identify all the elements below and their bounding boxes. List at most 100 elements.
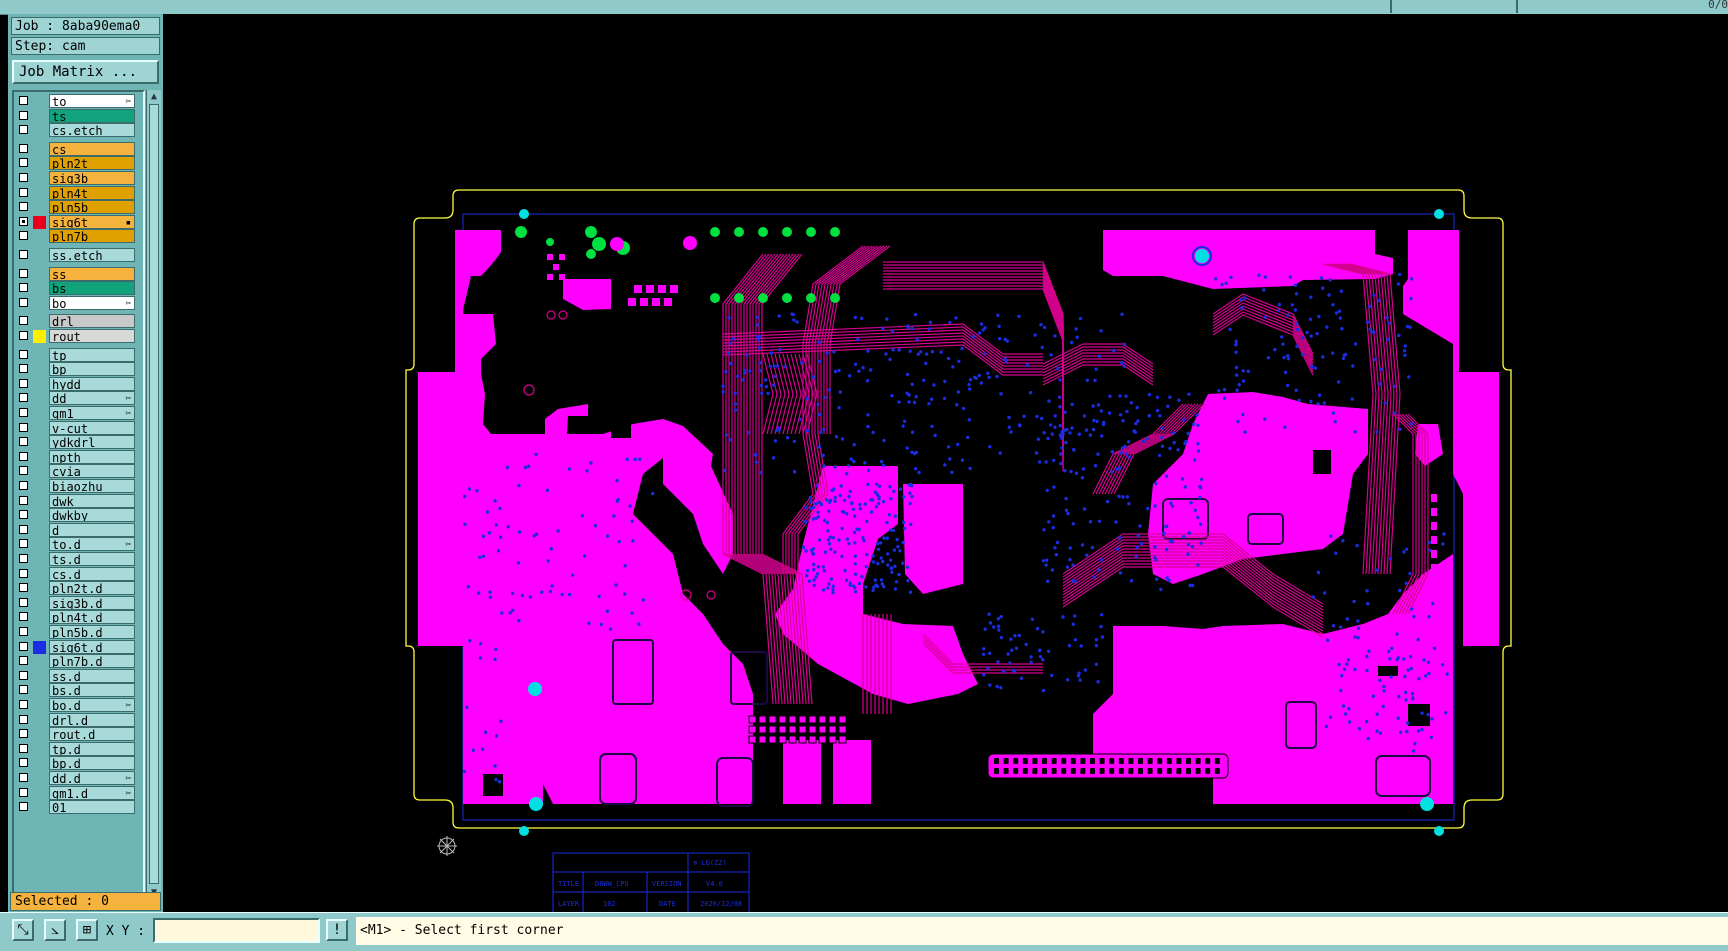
- layer-checkbox[interactable]: [19, 627, 28, 636]
- layer-color-swatch[interactable]: [33, 201, 46, 214]
- layer-row-pln5b-d[interactable]: pln5b.d: [16, 625, 143, 640]
- layer-row-ydkdrl[interactable]: ydkdrl: [16, 435, 143, 450]
- layer-row-sig6t[interactable]: sig6t ▪: [16, 214, 143, 230]
- layer-color-swatch[interactable]: [33, 268, 46, 281]
- layer-name[interactable]: dwkby: [49, 508, 135, 523]
- layer-name[interactable]: bo ✂: [49, 295, 135, 310]
- layer-name[interactable]: bp.d: [49, 756, 135, 771]
- layer-name[interactable]: dd ✂: [49, 391, 135, 406]
- layer-name[interactable]: pln4t: [49, 185, 135, 200]
- layer-row-ss[interactable]: ss: [16, 266, 143, 282]
- layer-row-bo[interactable]: bo ✂: [16, 295, 143, 311]
- layer-name[interactable]: tp: [49, 347, 135, 362]
- layer-checkbox[interactable]: [19, 451, 28, 461]
- layer-color-swatch[interactable]: [33, 436, 46, 449]
- layer-checkbox[interactable]: [19, 612, 28, 622]
- layer-name[interactable]: bs.d: [49, 683, 135, 698]
- layer-name[interactable]: npth: [49, 449, 135, 464]
- layer-row-drl-d[interactable]: drl.d: [16, 712, 143, 728]
- layer-row-d[interactable]: d: [16, 522, 143, 538]
- layer-color-swatch[interactable]: [33, 143, 46, 156]
- layer-row-dd-d[interactable]: dd.d ✂: [16, 771, 143, 786]
- layer-color-swatch[interactable]: [33, 728, 46, 741]
- layer-checkbox[interactable]: [19, 743, 28, 753]
- layer-color-swatch[interactable]: [33, 626, 46, 639]
- layer-checkbox[interactable]: [19, 378, 28, 388]
- layer-color-swatch[interactable]: [33, 124, 46, 137]
- layer-name[interactable]: sig6t.d: [49, 639, 135, 654]
- xy-coordinate-input[interactable]: [153, 918, 320, 943]
- layer-name[interactable]: rout.d: [49, 727, 135, 742]
- layer-color-swatch[interactable]: [33, 172, 46, 185]
- layer-name[interactable]: drl.d: [49, 712, 135, 727]
- layer-color-swatch[interactable]: [33, 349, 46, 362]
- layer-name[interactable]: pln5b.d: [49, 625, 135, 639]
- layer-name[interactable]: to.d ✂: [49, 537, 135, 552]
- layer-color-swatch[interactable]: [33, 757, 46, 770]
- layer-row-gm1-d[interactable]: gm1.d ✂: [16, 785, 143, 801]
- layer-row-v-cut[interactable]: v-cut: [16, 420, 143, 436]
- layer-row-rout[interactable]: rout: [16, 329, 143, 344]
- layer-name[interactable]: sig3b.d: [49, 595, 135, 610]
- layer-name[interactable]: dd.d ✂: [49, 771, 135, 785]
- layer-row-bp[interactable]: bp: [16, 362, 143, 377]
- layer-row-pln4t-d[interactable]: pln4t.d: [16, 610, 143, 625]
- layer-color-swatch[interactable]: [33, 407, 46, 420]
- layer-checkbox[interactable]: [19, 158, 28, 168]
- layer-row-bp-d[interactable]: bp.d: [16, 756, 143, 771]
- layer-checkbox[interactable]: [19, 268, 28, 278]
- layer-name[interactable]: cs: [49, 141, 135, 156]
- layer-name[interactable]: bp: [49, 362, 135, 377]
- layer-name[interactable]: v-cut: [49, 420, 135, 435]
- layer-row-ss-etch[interactable]: ss.etch: [16, 248, 143, 263]
- layer-checkbox[interactable]: [19, 787, 28, 797]
- layer-row-ss-d[interactable]: ss.d: [16, 668, 143, 684]
- layer-name[interactable]: sig3b: [49, 171, 135, 185]
- layer-color-swatch[interactable]: [33, 509, 46, 522]
- layer-checkbox[interactable]: [19, 231, 28, 241]
- layer-checkbox[interactable]: [19, 758, 28, 768]
- layer-row-cs-etch[interactable]: cs.etch: [16, 123, 143, 138]
- layer-name[interactable]: hydd: [49, 376, 135, 391]
- layer-checkbox[interactable]: [19, 250, 28, 259]
- layer-name[interactable]: ts: [49, 108, 135, 123]
- layer-color-swatch[interactable]: [33, 801, 46, 814]
- layer-checkbox[interactable]: [19, 393, 28, 403]
- layer-color-swatch[interactable]: [33, 772, 46, 785]
- layer-color-swatch[interactable]: [33, 655, 46, 668]
- layer-name[interactable]: ts.d: [49, 552, 135, 566]
- layer-name[interactable]: dwk: [49, 493, 135, 508]
- layer-row-pln4t[interactable]: pln4t: [16, 185, 143, 201]
- layer-checkbox[interactable]: [19, 583, 28, 593]
- layer-checkbox[interactable]: [19, 437, 28, 447]
- layer-color-swatch[interactable]: [33, 553, 46, 566]
- layer-row-dwkby[interactable]: dwkby: [16, 508, 143, 523]
- layer-checkbox[interactable]: [19, 110, 28, 120]
- layer-color-swatch[interactable]: [33, 524, 46, 537]
- layer-color-swatch[interactable]: [33, 110, 46, 123]
- layer-checkbox[interactable]: [19, 524, 28, 534]
- layer-name[interactable]: pln2t: [49, 156, 135, 171]
- layer-checkbox[interactable]: [19, 495, 28, 505]
- layer-checkbox[interactable]: [19, 510, 28, 520]
- layer-checkbox[interactable]: [19, 773, 28, 782]
- layer-color-swatch[interactable]: [33, 670, 46, 683]
- layer-list[interactable]: to ✂ ts cs.etch cs pln2t sig3b pln4t pln5b sig6t ▪…: [12, 90, 145, 900]
- layer-color-swatch[interactable]: [33, 714, 46, 727]
- layer-color-swatch[interactable]: [33, 187, 46, 200]
- layer-row-hydd[interactable]: hydd: [16, 376, 143, 392]
- layer-checkbox[interactable]: [19, 96, 28, 105]
- layer-color-swatch[interactable]: [33, 249, 46, 262]
- scroll-up-icon[interactable]: ▲: [148, 91, 160, 103]
- layer-color-swatch[interactable]: [33, 699, 46, 712]
- layer-name[interactable]: ss: [49, 266, 135, 281]
- layer-name[interactable]: ss.etch: [49, 248, 135, 262]
- layer-name[interactable]: pln7b: [49, 229, 135, 244]
- layer-checkbox[interactable]: [19, 216, 28, 226]
- layer-name[interactable]: pln5b: [49, 200, 135, 215]
- layer-checkbox[interactable]: [19, 641, 28, 651]
- layer-color-swatch[interactable]: [33, 640, 46, 654]
- layer-checkbox[interactable]: [19, 349, 28, 359]
- layer-name[interactable]: pln4t.d: [49, 610, 135, 625]
- layer-color-swatch[interactable]: [33, 743, 46, 756]
